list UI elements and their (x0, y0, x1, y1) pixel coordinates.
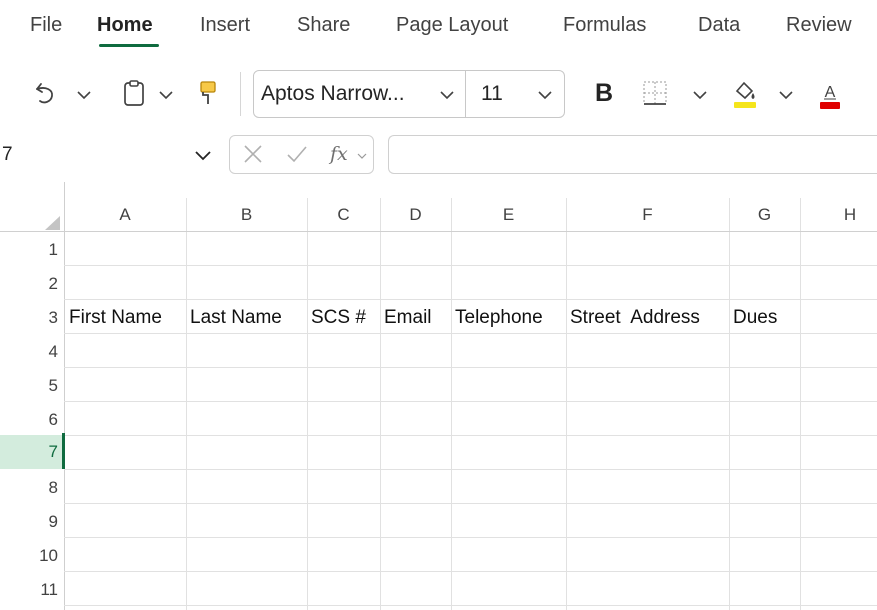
format-painter-icon[interactable] (196, 78, 220, 108)
formula-input[interactable] (388, 135, 877, 174)
font-name-chevron-icon[interactable] (439, 88, 455, 102)
menu-bar: File Home Insert Share Page Layout Formu… (0, 0, 877, 55)
row-header-11[interactable]: 11 (0, 575, 64, 605)
select-all-corner-icon[interactable] (44, 215, 62, 231)
font-color-icon[interactable]: A (816, 76, 844, 110)
clipboard-dropdown-chevron-icon[interactable] (158, 88, 174, 102)
column-header-g[interactable]: G (729, 198, 800, 232)
gridline (64, 265, 877, 266)
gridline (64, 537, 877, 538)
ribbon-separator (240, 72, 241, 116)
row-header-10[interactable]: 10 (0, 541, 64, 571)
row-header-divider (64, 182, 65, 610)
gridline (64, 503, 877, 504)
gridline (64, 367, 877, 368)
tab-file[interactable]: File (30, 14, 62, 37)
tab-review[interactable]: Review (786, 14, 852, 37)
fx-chevron-icon[interactable] (356, 151, 368, 161)
row-header-4[interactable]: 4 (0, 337, 64, 367)
gridline (64, 299, 877, 300)
gridline (307, 198, 308, 610)
fill-color-icon[interactable] (730, 76, 760, 110)
gridline (186, 198, 187, 610)
gridline (566, 198, 567, 610)
row-header-1[interactable]: 1 (0, 235, 64, 265)
insert-function-icon[interactable]: fx (330, 143, 348, 165)
tab-insert[interactable]: Insert (200, 14, 250, 37)
spreadsheet-grid (0, 182, 877, 610)
gridline (380, 198, 381, 610)
cell-f3[interactable]: Street Address (570, 307, 700, 329)
row-header-9[interactable]: 9 (0, 507, 64, 537)
gridline (64, 605, 877, 606)
row-header-5[interactable]: 5 (0, 371, 64, 401)
column-header-c[interactable]: C (307, 198, 380, 232)
tab-page-layout[interactable]: Page Layout (396, 14, 508, 37)
row-header-7[interactable]: 7 (0, 435, 64, 469)
column-header-a[interactable]: A (64, 198, 186, 232)
gridline (800, 198, 801, 610)
column-header-d[interactable]: D (380, 198, 451, 232)
clipboard-icon[interactable] (120, 78, 148, 108)
fill-color-swatch (734, 102, 756, 108)
tab-formulas[interactable]: Formulas (563, 14, 646, 37)
font-color-swatch (820, 102, 840, 109)
gridline (64, 469, 877, 470)
undo-dropdown-chevron-icon[interactable] (76, 88, 92, 102)
column-header-f[interactable]: F (566, 198, 729, 232)
column-header-h[interactable]: H (800, 198, 877, 232)
font-size-dropdown[interactable]: 11 (481, 82, 503, 106)
borders-icon[interactable] (640, 78, 670, 108)
cell-d3[interactable]: Email (384, 307, 432, 329)
gridline (64, 435, 877, 436)
cell-b3[interactable]: Last Name (190, 307, 282, 329)
undo-icon[interactable] (32, 80, 60, 108)
cell-g3[interactable]: Dues (733, 307, 777, 329)
active-tab-indicator (99, 44, 159, 47)
gridline (729, 198, 730, 610)
font-color-letter: A (825, 84, 836, 101)
enter-check-icon[interactable] (284, 141, 310, 167)
column-header-e[interactable]: E (451, 198, 566, 232)
row-header-8[interactable]: 8 (0, 473, 64, 503)
tab-home[interactable]: Home (97, 14, 153, 37)
tab-share[interactable]: Share (297, 14, 350, 37)
font-box-divider (465, 70, 466, 118)
selected-row-indicator (62, 433, 65, 469)
row-header-2[interactable]: 2 (0, 269, 64, 299)
name-box[interactable]: 7 (2, 144, 13, 166)
column-header-b[interactable]: B (186, 198, 307, 232)
gridline (64, 401, 877, 402)
gridline (64, 571, 877, 572)
gridline (64, 333, 877, 334)
bold-button[interactable]: B (595, 79, 613, 108)
font-name-dropdown[interactable]: Aptos Narrow... (261, 82, 405, 106)
cell-e3[interactable]: Telephone (455, 307, 543, 329)
cell-c3[interactable]: SCS # (311, 307, 366, 329)
row-header-3[interactable]: 3 (0, 303, 64, 333)
font-size-chevron-icon[interactable] (537, 88, 553, 102)
name-box-chevron-icon[interactable] (193, 148, 213, 162)
fill-color-chevron-icon[interactable] (778, 88, 794, 102)
tab-data[interactable]: Data (698, 14, 740, 37)
cell-a3[interactable]: First Name (69, 307, 162, 329)
borders-chevron-icon[interactable] (692, 88, 708, 102)
row-header-6[interactable]: 6 (0, 405, 64, 435)
cancel-icon[interactable] (240, 141, 266, 167)
gridline (451, 198, 452, 610)
